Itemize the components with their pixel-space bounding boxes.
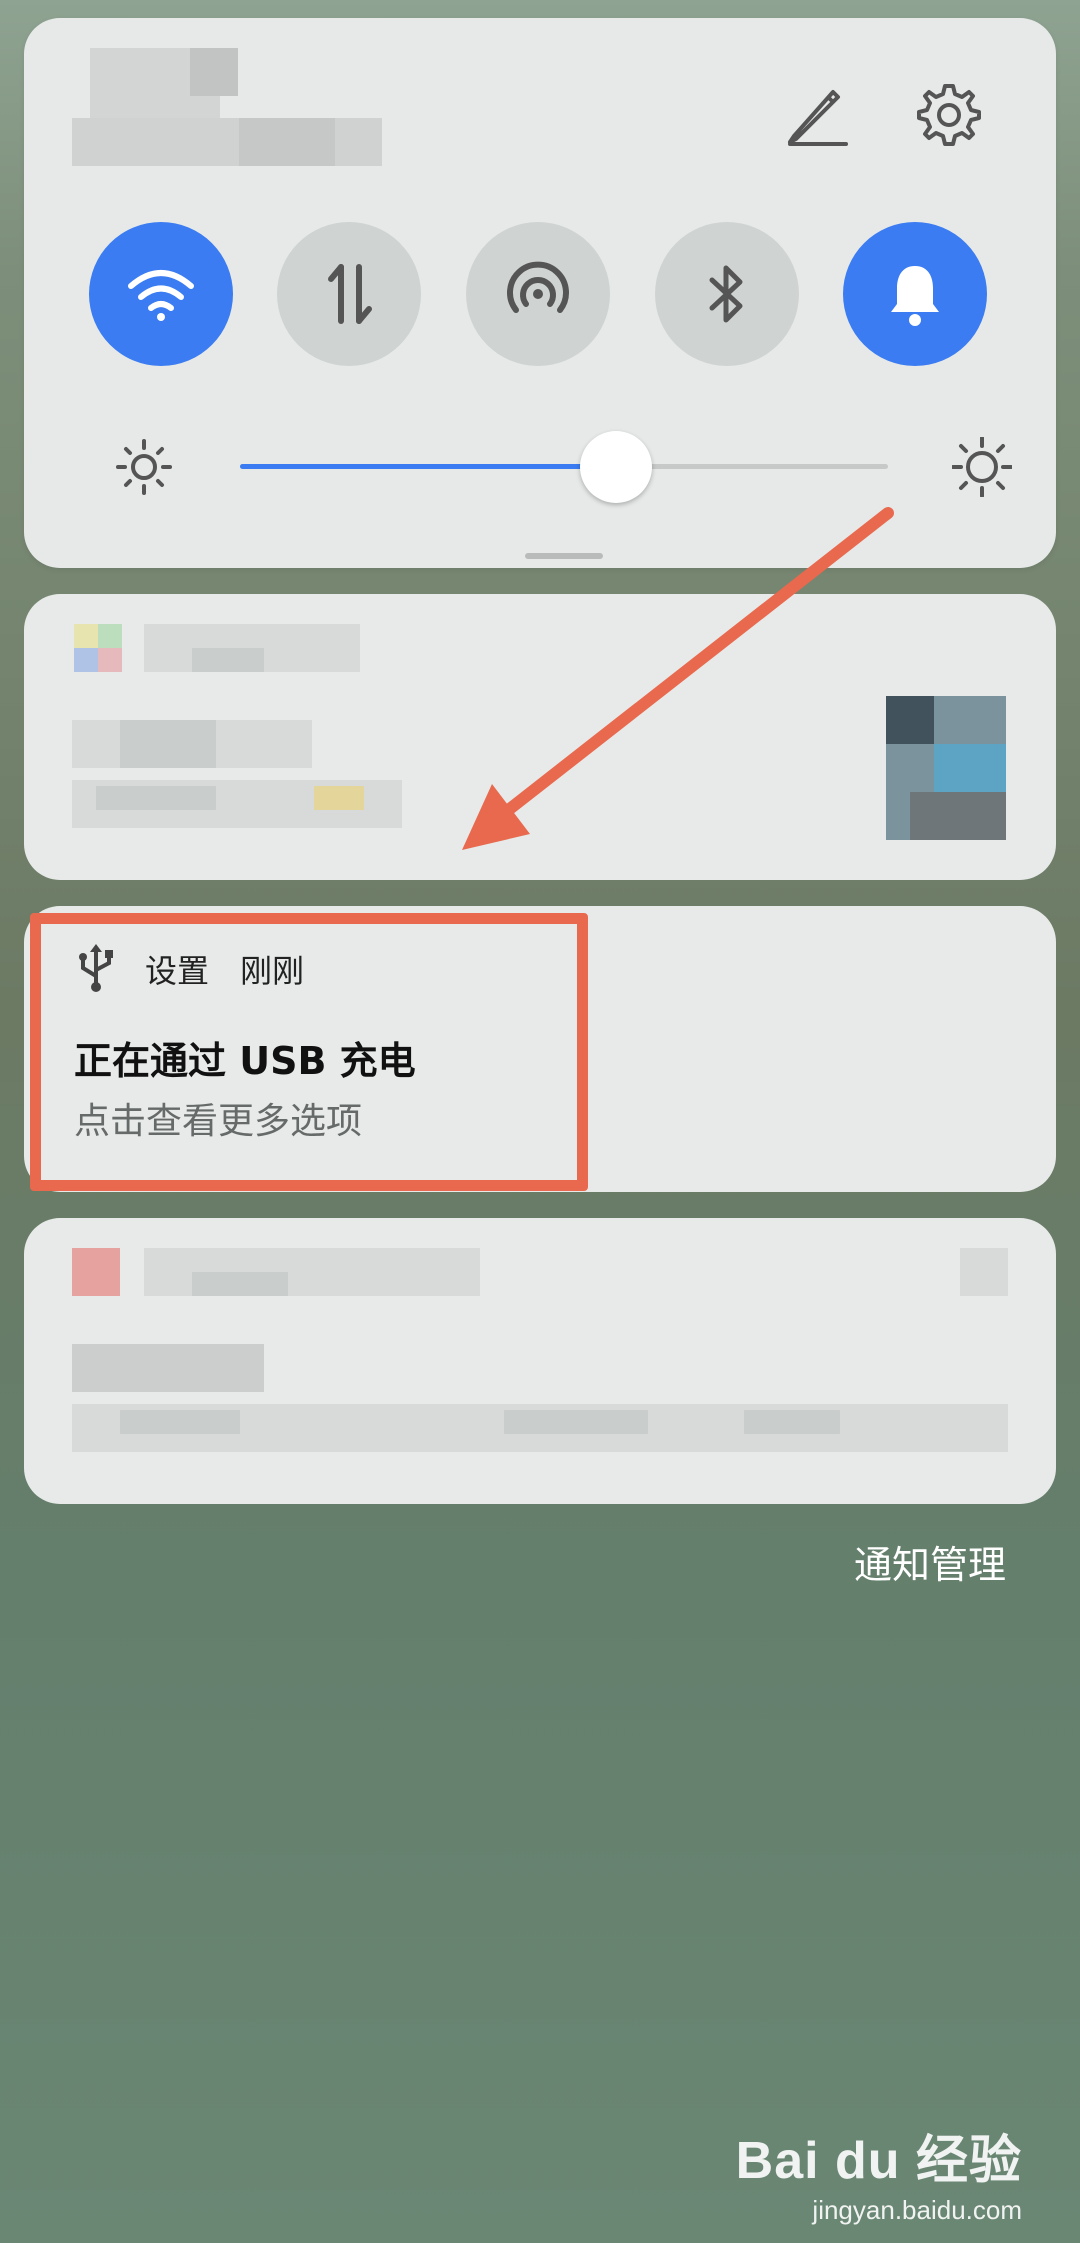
blurred-text bbox=[120, 1410, 240, 1434]
header-blurred-info bbox=[190, 48, 238, 96]
header-blurred-info bbox=[239, 118, 335, 166]
bluetooth-toggle[interactable] bbox=[655, 222, 799, 366]
edit-icon[interactable] bbox=[780, 78, 852, 150]
quick-settings-panel bbox=[24, 18, 1056, 568]
hotspot-icon bbox=[507, 261, 569, 313]
blurred-thumbnail bbox=[910, 792, 1006, 840]
blurred-text bbox=[504, 1410, 648, 1434]
wifi-icon bbox=[128, 270, 194, 321]
panel-drag-handle[interactable] bbox=[525, 553, 603, 559]
blurred-text bbox=[336, 1248, 480, 1296]
mobile-data-toggle[interactable] bbox=[277, 222, 421, 366]
ringer-toggle[interactable] bbox=[843, 222, 987, 366]
bluetooth-icon bbox=[709, 265, 743, 323]
blurred-thumbnail bbox=[886, 696, 934, 744]
blurred-notification[interactable] bbox=[24, 594, 1056, 880]
mobile-data-icon bbox=[328, 264, 372, 324]
blurred-text bbox=[96, 786, 216, 810]
blurred-text bbox=[192, 648, 264, 672]
brightness-slider[interactable] bbox=[240, 431, 888, 503]
blurred-notification[interactable] bbox=[24, 1218, 1056, 1504]
bell-icon bbox=[891, 266, 939, 326]
brightness-low-icon bbox=[114, 437, 174, 497]
gear-icon[interactable] bbox=[911, 78, 983, 150]
blurred-text bbox=[960, 1248, 1008, 1296]
app-icon bbox=[72, 1248, 120, 1296]
blurred-text bbox=[120, 720, 216, 768]
brightness-high-icon bbox=[951, 436, 1013, 498]
blurred-text bbox=[314, 786, 364, 810]
blurred-text bbox=[192, 1272, 288, 1296]
header-blurred-info bbox=[72, 118, 382, 166]
app-icon bbox=[74, 624, 98, 648]
app-icon bbox=[98, 648, 122, 672]
hotspot-toggle[interactable] bbox=[466, 222, 610, 366]
blurred-thumbnail bbox=[934, 744, 1006, 792]
watermark-url: jingyan.baidu.com bbox=[812, 2195, 1022, 2225]
watermark-brand: Bai du 经验 bbox=[735, 2132, 1022, 2190]
blurred-text bbox=[72, 1344, 264, 1392]
blurred-text bbox=[744, 1410, 840, 1434]
notification-manage-link[interactable]: 通知管理 bbox=[854, 1534, 1006, 1589]
wifi-toggle[interactable] bbox=[89, 222, 233, 366]
brightness-slider-fill bbox=[240, 464, 616, 469]
app-icon bbox=[98, 624, 122, 648]
brightness-slider-thumb[interactable] bbox=[580, 431, 652, 503]
app-icon bbox=[74, 648, 98, 672]
watermark-logo: Bai du 经验 jingyan.baidu.com bbox=[736, 2118, 1022, 2226]
highlight-annotation-box bbox=[30, 913, 588, 1191]
